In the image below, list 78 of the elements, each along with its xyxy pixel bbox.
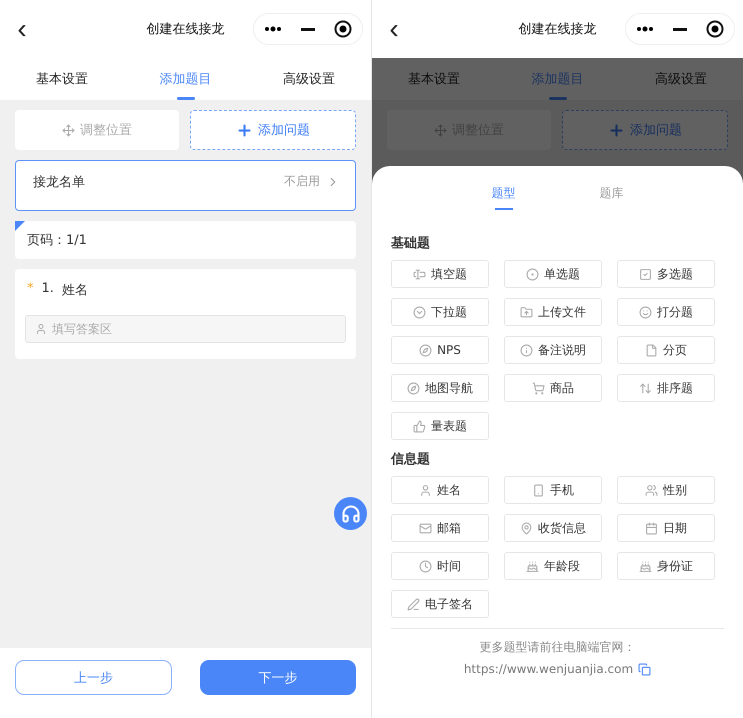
question-type-button[interactable]: 备注说明: [504, 336, 602, 364]
question-type-button[interactable]: 收货信息: [504, 514, 602, 542]
tab[interactable]: 高级设置: [247, 58, 371, 100]
calendar-icon: [645, 522, 658, 534]
question-type-button[interactable]: 年龄段: [504, 552, 602, 580]
back-button[interactable]: ‹: [384, 15, 404, 43]
page-number: 页码：1/1: [27, 232, 87, 249]
plus-icon: [608, 122, 625, 138]
info-icon: [520, 344, 533, 356]
thumbs-up-icon: [413, 420, 426, 432]
plus-icon: [236, 122, 253, 138]
question-type-button[interactable]: 填空题: [391, 260, 489, 288]
move-icon: [62, 124, 75, 136]
people-icon: [645, 484, 658, 496]
clock-icon: [419, 560, 432, 572]
headset-button[interactable]: [334, 497, 367, 530]
minimize-icon[interactable]: [672, 28, 687, 30]
question-type-button[interactable]: 下拉题: [391, 298, 489, 326]
mail-icon: [419, 522, 432, 534]
map-pin-icon: [520, 522, 533, 534]
more-icon[interactable]: [636, 26, 654, 32]
copy-icon[interactable]: [638, 662, 652, 676]
question-type-button[interactable]: 分页: [617, 336, 715, 364]
question-type-button[interactable]: 单选题: [504, 260, 602, 288]
page-title: 创建在线接龙: [518, 21, 596, 38]
list-setting-row[interactable]: 接龙名单 不启用: [15, 160, 356, 211]
checkbox-icon: [639, 268, 652, 280]
question-type-button[interactable]: 排序题: [617, 374, 715, 402]
question-type-button[interactable]: 地图导航: [391, 374, 489, 402]
phone-icon: [532, 484, 545, 496]
question-type-button[interactable]: NPS: [391, 336, 489, 364]
page-title: 创建在线接龙: [146, 21, 224, 38]
smiley-icon: [639, 306, 652, 318]
user-icon: [419, 484, 432, 496]
question-type-button[interactable]: 量表题: [391, 412, 489, 440]
question-type-button[interactable]: 商品: [504, 374, 602, 402]
text-cursor-icon: [413, 268, 426, 280]
user-icon: [35, 323, 47, 335]
section-title: 基础题: [391, 235, 431, 252]
add-question-button[interactable]: 添加问题: [190, 110, 356, 150]
compass-icon: [407, 382, 420, 394]
question-type-button[interactable]: 日期: [617, 514, 715, 542]
section-title: 信息题: [391, 451, 431, 468]
folder-upload-icon: [520, 306, 533, 318]
sheet-tab[interactable]: 题型: [490, 176, 518, 210]
sort-icon: [639, 382, 652, 394]
pen-icon: [407, 598, 420, 610]
question-type-button[interactable]: 打分题: [617, 298, 715, 326]
question-type-button[interactable]: 姓名: [391, 476, 489, 504]
question-type-button[interactable]: 身份证: [617, 552, 715, 580]
target-icon[interactable]: [334, 20, 352, 38]
tab[interactable]: 基本设置: [0, 58, 124, 100]
required-mark: *: [27, 281, 34, 298]
setting-label: 接龙名单: [33, 174, 85, 190]
corner-mark: [15, 221, 25, 231]
target-icon[interactable]: [706, 20, 724, 38]
website-link[interactable]: https://www.wenjuanjia.com: [464, 662, 634, 676]
hint-text: 更多题型请前往电脑端官网：: [480, 639, 636, 656]
page-icon: [645, 344, 658, 356]
question-type-button[interactable]: 上传文件: [504, 298, 602, 326]
question-type-button[interactable]: 性别: [617, 476, 715, 504]
question-type-button[interactable]: 多选题: [617, 260, 715, 288]
question-type-button[interactable]: 邮箱: [391, 514, 489, 542]
compass-icon: [419, 344, 432, 356]
chevron-circle-icon: [413, 306, 426, 318]
setting-value: 不启用: [284, 173, 320, 190]
back-button[interactable]: ‹: [12, 15, 32, 43]
more-icon[interactable]: [264, 26, 282, 32]
question-type-button[interactable]: 电子签名: [391, 590, 489, 618]
question-type-button[interactable]: 手机: [504, 476, 602, 504]
cart-icon: [532, 382, 545, 394]
headset-icon: [340, 504, 360, 524]
radio-icon: [526, 268, 539, 280]
minimize-icon[interactable]: [300, 28, 315, 30]
question-type-button[interactable]: 时间: [391, 552, 489, 580]
question-title: 姓名: [62, 282, 88, 299]
move-icon: [434, 124, 447, 136]
question-number: 1.: [42, 281, 54, 298]
